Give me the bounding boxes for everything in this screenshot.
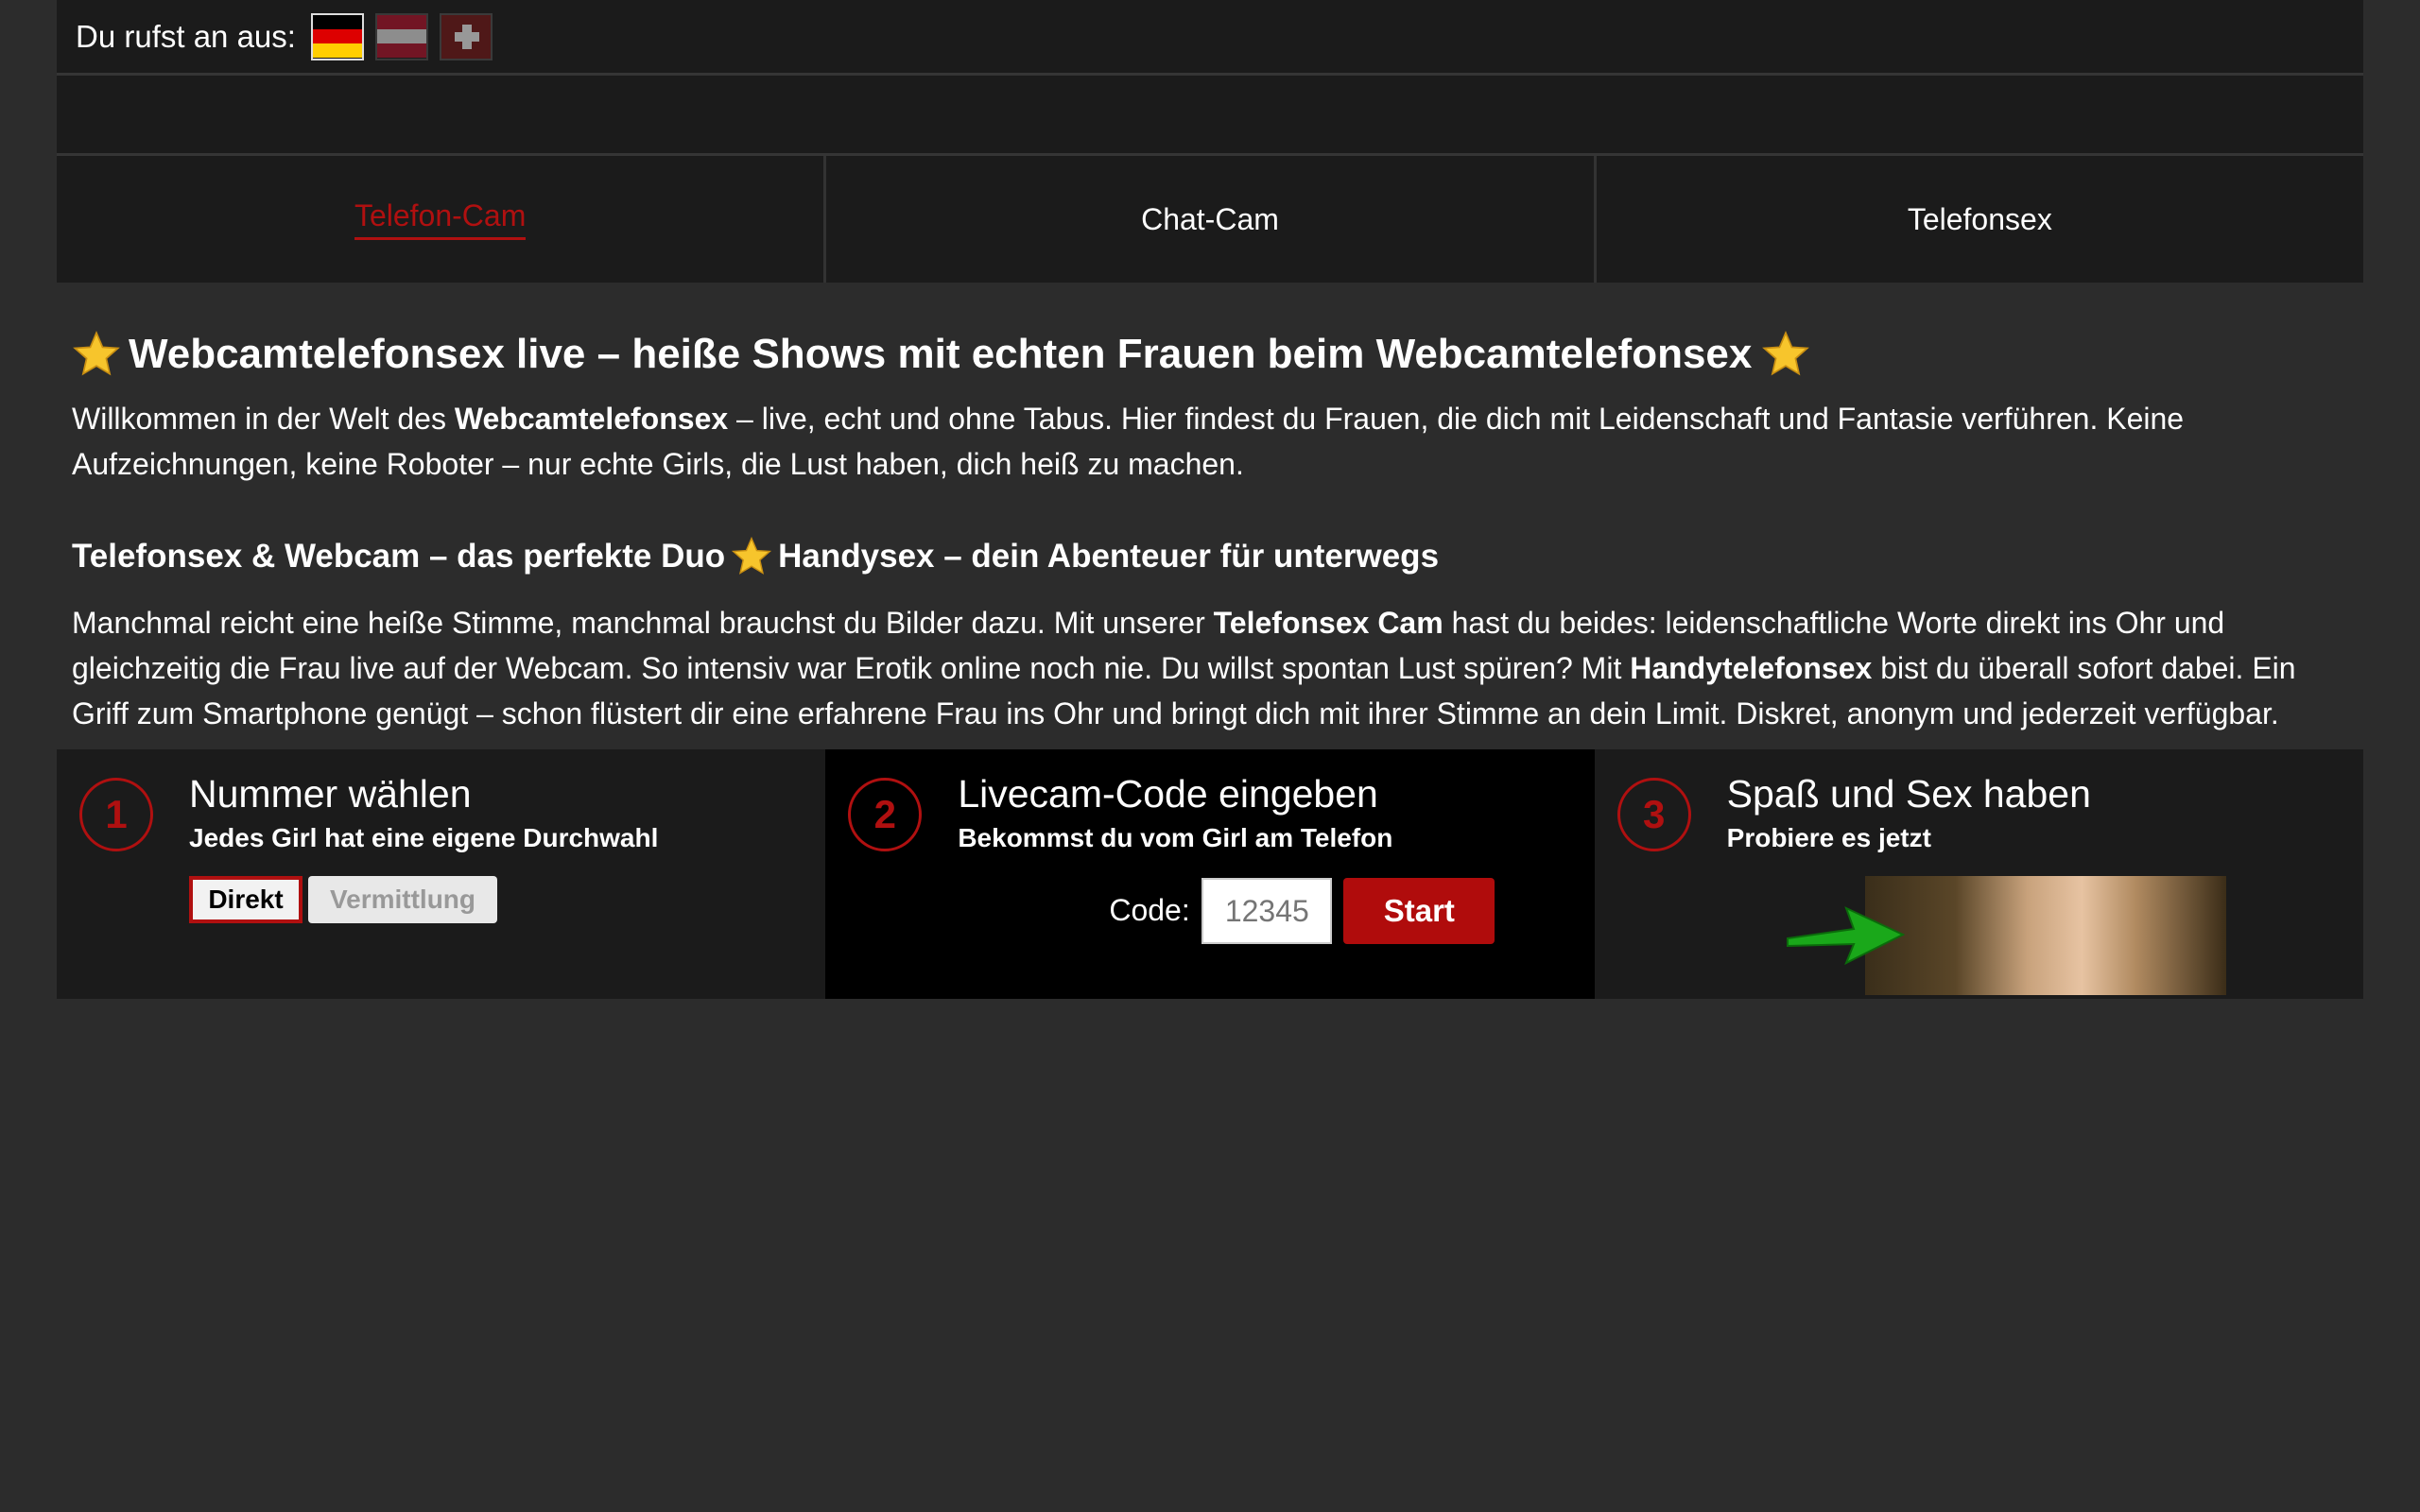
step-number: 1: [79, 778, 153, 851]
germany-flag[interactable]: [310, 12, 364, 60]
tab-telefon-cam[interactable]: Telefon-Cam: [57, 156, 827, 283]
promo-banner[interactable]: [1784, 876, 2226, 995]
step-title: Nummer wählen: [189, 772, 472, 816]
tab-chat-cam[interactable]: Chat-Cam: [826, 156, 1597, 283]
start-button[interactable]: Start: [1343, 878, 1495, 944]
step-1: 1 Nummer wählen Jedes Girl hat eine eige…: [57, 749, 826, 999]
livecam-code-input[interactable]: [1201, 878, 1333, 944]
star-icon: [731, 536, 772, 577]
code-label: Code:: [1109, 893, 1190, 927]
caller-country-bar: Du rufst an aus:: [57, 0, 2363, 76]
main-tabs: Telefon-Cam Chat-Cam Telefonsex: [57, 156, 2363, 283]
steps-panel: 1 Nummer wählen Jedes Girl hat eine eige…: [57, 749, 2363, 999]
step-number: 2: [848, 778, 923, 851]
tab-label: Telefonsex: [1907, 201, 2052, 236]
step-title: Livecam-Code eingeben: [958, 772, 1378, 816]
step-subtitle: Probiere es jetzt: [1726, 823, 1931, 852]
intro-paragraph: Willkommen in der Welt des Webcamtelefon…: [72, 402, 2185, 481]
promo-image[interactable]: [1864, 876, 2226, 995]
step-3: 3 Spaß und Sex haben Probiere es jetzt: [1594, 749, 2363, 999]
tab-label: Chat-Cam: [1141, 201, 1279, 236]
body-paragraph: Manchmal reicht eine heiße Stimme, manch…: [72, 606, 2296, 730]
vermittlung-button[interactable]: Vermittlung: [308, 876, 497, 923]
step-2: 2 Livecam-Code eingeben Bekommst du vom …: [825, 749, 1595, 999]
page-title: Webcamtelefonsex live – heiße Shows mit …: [72, 330, 2348, 379]
step-title: Spaß und Sex haben: [1726, 772, 2091, 816]
article: Webcamtelefonsex live – heiße Shows mit …: [57, 330, 2363, 736]
empty-bar: [57, 76, 2363, 156]
tab-label: Telefon-Cam: [354, 198, 527, 240]
step-number: 3: [1616, 778, 1691, 851]
step-subtitle: Bekommst du vom Girl am Telefon: [958, 823, 1393, 852]
caller-country-label: Du rufst an aus:: [76, 18, 296, 54]
step-subtitle: Jedes Girl hat eine eigene Durchwahl: [189, 823, 659, 852]
green-arrow-icon: [1786, 906, 1905, 966]
star-icon: [72, 330, 121, 379]
direkt-button[interactable]: Direkt: [189, 876, 302, 923]
tab-telefonsex[interactable]: Telefonsex: [1596, 156, 2363, 283]
switzerland-flag[interactable]: [439, 12, 493, 60]
page-title-text: Webcamtelefonsex live – heiße Shows mit …: [129, 331, 1753, 377]
star-icon: [1761, 330, 1810, 379]
section-heading: Telefonsex & Webcam – das perfekte Duo H…: [72, 536, 2348, 577]
page: Du rufst an aus: Telefon-Cam Chat-Cam Te…: [57, 0, 2363, 999]
austria-flag[interactable]: [374, 12, 428, 60]
